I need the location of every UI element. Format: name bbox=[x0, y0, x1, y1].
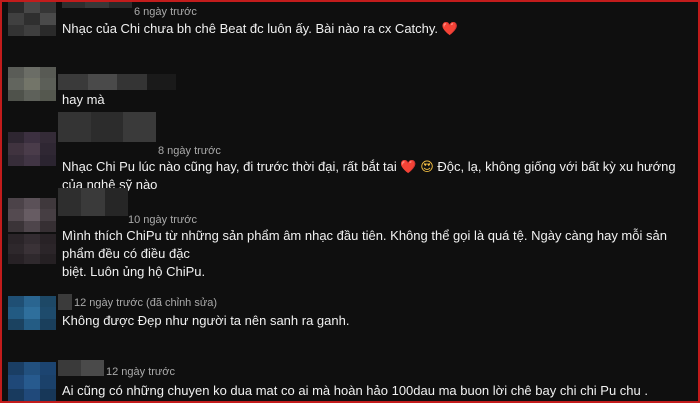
avatar-blurred-lower bbox=[8, 234, 56, 264]
username-blurred[interactable] bbox=[58, 360, 104, 376]
comment-text-line: Mình thích ChiPu từ những sản phẩm âm nh… bbox=[62, 228, 667, 261]
comment-timestamp[interactable]: 10 ngày trước bbox=[128, 214, 197, 226]
avatar-blurred[interactable] bbox=[8, 2, 56, 36]
comment-timestamp[interactable]: 6 ngày trước bbox=[134, 6, 197, 18]
comment-text: Mình thích ChiPu từ những sản phẩm âm nh… bbox=[62, 227, 682, 281]
avatar-blurred[interactable] bbox=[8, 362, 56, 401]
heart-emoji-icon: ❤️ bbox=[441, 21, 458, 36]
avatar-blurred[interactable] bbox=[8, 198, 56, 232]
comment-text: Không được Đẹp như người ta nên sanh ra … bbox=[62, 313, 350, 328]
username-blurred[interactable] bbox=[58, 188, 128, 216]
comment-text: Nhạc của Chi chưa bh chê Beat đc luôn ấy… bbox=[62, 21, 458, 36]
heart-eyes-emoji-icon: 😍 bbox=[420, 159, 434, 174]
comment-item: 12 ngày trước Ai cũng có những chuyen ko… bbox=[2, 354, 698, 401]
comment-item: 8 ngày trước Nhạc Chi Pu lúc nào cũng ha… bbox=[2, 110, 698, 192]
avatar-blurred[interactable] bbox=[8, 67, 56, 101]
comment-timestamp[interactable]: 12 ngày trước bbox=[106, 366, 175, 378]
comment-timestamp[interactable]: 8 ngày trước bbox=[158, 145, 221, 157]
comment-item: hay mà bbox=[2, 58, 698, 114]
comment-text: hay mà bbox=[62, 92, 105, 107]
heart-emoji-icon: ❤️ bbox=[400, 159, 417, 174]
username-blurred[interactable] bbox=[58, 294, 72, 310]
username-blurred[interactable] bbox=[62, 2, 132, 8]
avatar-blurred[interactable] bbox=[8, 132, 56, 166]
comment-item: 6 ngày trước Nhạc của Chi chưa bh chê Be… bbox=[2, 2, 698, 62]
comment-item: 10 ngày trước Mình thích ChiPu từ những … bbox=[2, 188, 698, 288]
comments-panel: 6 ngày trước Nhạc của Chi chưa bh chê Be… bbox=[0, 0, 700, 403]
comment-item: 12 ngày trước (đã chỉnh sửa) Không được … bbox=[2, 290, 698, 350]
username-blurred[interactable] bbox=[58, 112, 156, 142]
comment-text: Ai cũng có những chuyen ko dua mat co ai… bbox=[62, 383, 648, 398]
username-blurred[interactable] bbox=[58, 74, 176, 90]
comment-text-line: biệt. Luôn ủng hộ ChiPu. bbox=[62, 264, 206, 279]
comment-timestamp[interactable]: 12 ngày trước (đã chỉnh sửa) bbox=[74, 297, 217, 309]
avatar-blurred[interactable] bbox=[8, 296, 56, 330]
